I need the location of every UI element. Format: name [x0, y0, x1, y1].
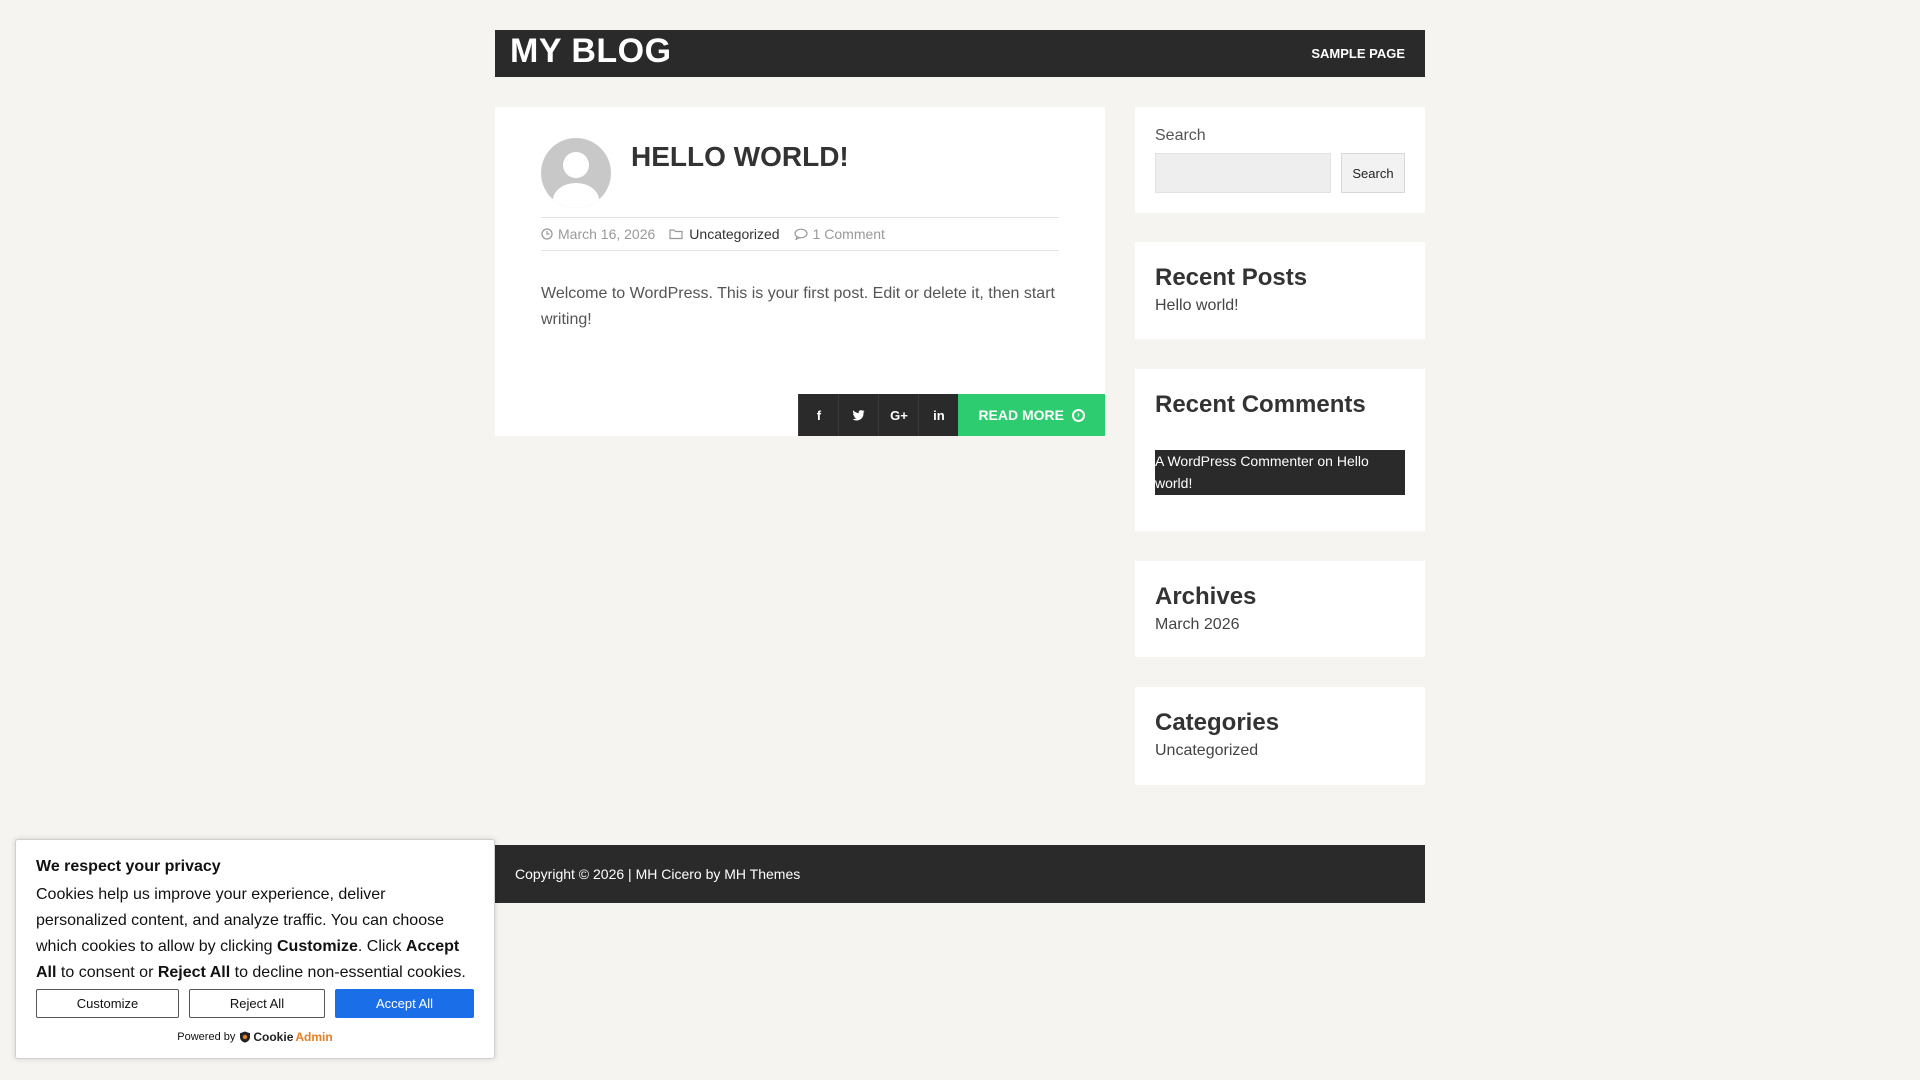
- recent-posts-title: Recent Posts: [1155, 264, 1308, 291]
- linkedin-icon[interactable]: in: [918, 394, 959, 436]
- search-input[interactable]: [1155, 153, 1331, 193]
- cookie-consent-banner: We respect your privacy Cookies help us …: [15, 839, 495, 1059]
- share-bar: f G+ in READ MORE ›: [798, 394, 1105, 436]
- archives-widget: Archives March 2026: [1135, 561, 1425, 657]
- read-more-label: READ MORE: [978, 407, 1064, 423]
- search-widget: Search Search: [1135, 107, 1425, 213]
- nav-sample-page[interactable]: SAMPLE PAGE: [1311, 46, 1405, 61]
- post-date: March 16, 2026: [541, 226, 655, 242]
- post-comments-link[interactable]: 1 Comment: [813, 226, 885, 242]
- site-title[interactable]: MY BLOG: [510, 34, 672, 68]
- comment-author-link[interactable]: A WordPress Commenter: [1155, 453, 1313, 469]
- folder-icon: [669, 229, 683, 240]
- google-plus-icon[interactable]: G+: [878, 394, 919, 436]
- cookie-buttons: Customize Reject All Accept All: [36, 989, 474, 1018]
- footer-copyright: Copyright © 2026 | MH Cicero by MH Theme…: [515, 866, 801, 882]
- powered-by: Powered by Cookie Admin: [36, 1030, 474, 1044]
- recent-post-link[interactable]: Hello world!: [1155, 297, 1239, 315]
- reject-all-button[interactable]: Reject All: [189, 989, 325, 1018]
- brand-name-accent: Admin: [295, 1030, 333, 1044]
- cookie-description: Cookies help us improve your experience,…: [36, 882, 474, 986]
- post-comments: 1 Comment: [793, 226, 885, 242]
- archives-title: Archives: [1155, 583, 1257, 610]
- recent-comments-widget: Recent Comments A WordPress Commenter on…: [1135, 369, 1425, 531]
- categories-widget: Categories Uncategorized: [1135, 687, 1425, 785]
- cookieadmin-logo[interactable]: Cookie Admin: [239, 1030, 333, 1044]
- twitter-icon[interactable]: [838, 394, 879, 436]
- cookie-title: We respect your privacy: [36, 858, 221, 875]
- post-date-text: March 16, 2026: [558, 226, 656, 242]
- search-button[interactable]: Search: [1341, 153, 1405, 193]
- cookie-text-bold: Customize: [277, 938, 358, 955]
- cookie-text-part: to consent or: [56, 964, 158, 981]
- comment-on-text: on: [1317, 453, 1333, 469]
- site-header: MY BLOG SAMPLE PAGE: [495, 30, 1425, 77]
- post-category-link[interactable]: Uncategorized: [689, 226, 779, 242]
- powered-by-text: Powered by: [177, 1031, 236, 1043]
- post-excerpt: Welcome to WordPress. This is your first…: [541, 285, 1055, 328]
- cookie-text-part: . Click: [357, 938, 406, 955]
- post-card: HELLO WORLD! March 16, 2026 Uncategorize…: [495, 107, 1105, 436]
- accept-all-button[interactable]: Accept All: [335, 989, 474, 1018]
- recent-posts-widget: Recent Posts Hello world!: [1135, 242, 1425, 339]
- customize-button[interactable]: Customize: [36, 989, 179, 1018]
- post-title[interactable]: HELLO WORLD!: [631, 141, 849, 173]
- recent-comment-item: A WordPress Commenter on Hello world!: [1155, 450, 1405, 495]
- search-label: Search: [1155, 127, 1206, 144]
- categories-title: Categories: [1155, 709, 1280, 736]
- archive-link[interactable]: March 2026: [1155, 616, 1240, 634]
- cookie-text-bold: Reject All: [157, 964, 231, 981]
- read-more-button[interactable]: READ MORE ›: [958, 394, 1105, 436]
- facebook-icon[interactable]: f: [798, 394, 839, 436]
- post-category: Uncategorized: [669, 226, 780, 242]
- clock-icon: [541, 228, 553, 240]
- category-link[interactable]: Uncategorized: [1155, 742, 1258, 760]
- arrow-right-circle-icon: ›: [1072, 408, 1085, 422]
- recent-comments-title: Recent Comments: [1155, 391, 1366, 418]
- comment-icon: [793, 228, 808, 240]
- page-wrapper: MY BLOG SAMPLE PAGE HELLO WORLD! March 1…: [495, 30, 1425, 903]
- post-meta: March 16, 2026 Uncategorized 1 Comment: [541, 217, 1059, 251]
- brand-name: Cookie: [253, 1030, 294, 1044]
- site-footer: Copyright © 2026 | MH Cicero by MH Theme…: [495, 845, 1425, 903]
- shield-icon: [240, 1031, 251, 1043]
- cookie-text-part: to decline non-essential cookies.: [230, 964, 466, 981]
- author-avatar: [541, 138, 611, 208]
